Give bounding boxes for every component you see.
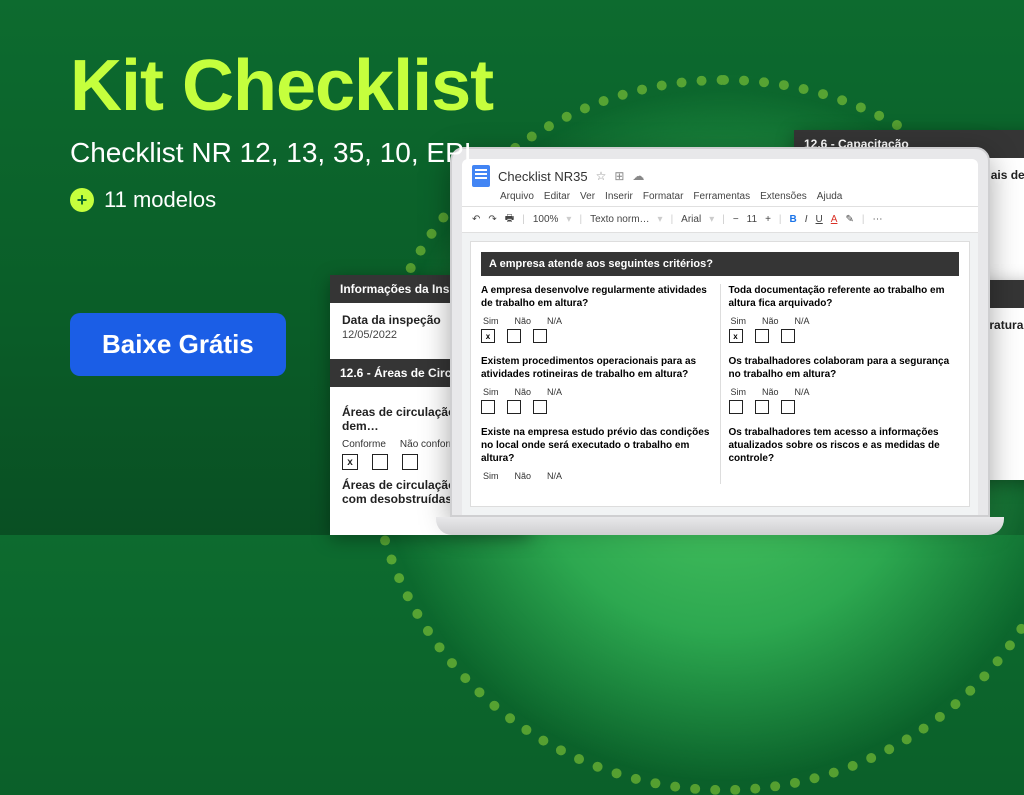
question-text: A empresa desenvolve regularmente ativid… xyxy=(481,284,712,310)
column-left: A empresa desenvolve regularmente ativid… xyxy=(481,284,721,484)
laptop-mockup: Checklist NR35 ☆ ⊞ ☁ Arquivo Editar Ver … xyxy=(450,147,990,535)
highlight-button[interactable]: ✎ xyxy=(845,214,853,225)
folder-icon[interactable]: ⊞ xyxy=(614,169,624,183)
italic-button[interactable]: I xyxy=(805,214,808,225)
checkbox[interactable] xyxy=(533,400,547,414)
menu-item[interactable]: Editar xyxy=(544,191,570,202)
print-icon[interactable]: 🖶 xyxy=(505,211,514,228)
question-text: Os trabalhadores tem acesso a informaçõe… xyxy=(729,426,960,465)
columns: A empresa desenvolve regularmente ativid… xyxy=(481,284,959,484)
zoom-select[interactable]: 100% xyxy=(533,214,559,225)
menu-item[interactable]: Ajuda xyxy=(817,191,843,202)
star-icon[interactable]: ☆ xyxy=(596,169,607,183)
menu-item[interactable]: Formatar xyxy=(643,191,684,202)
opt-label: Conforme xyxy=(342,439,386,450)
menu-item[interactable]: Ferramentas xyxy=(693,191,750,202)
checkbox[interactable] xyxy=(507,329,521,343)
text-color-button[interactable]: A xyxy=(831,214,838,225)
laptop-screen: Checklist NR35 ☆ ⊞ ☁ Arquivo Editar Ver … xyxy=(450,147,990,517)
hero-section: Kit Checklist Checklist NR 12, 13, 35, 1… xyxy=(70,45,493,376)
checkbox[interactable] xyxy=(755,400,769,414)
google-doc: Checklist NR35 ☆ ⊞ ☁ Arquivo Editar Ver … xyxy=(462,159,978,515)
plus-icon: + xyxy=(70,188,94,212)
checkbox[interactable] xyxy=(729,400,743,414)
menu-item[interactable]: Extensões xyxy=(760,191,807,202)
doc-page: A empresa atende aos seguintes critérios… xyxy=(470,241,970,507)
more-icon[interactable]: ⋯ xyxy=(872,214,882,225)
menu-item[interactable]: Inserir xyxy=(605,191,633,202)
checkbox[interactable]: x xyxy=(342,454,358,470)
menu-item[interactable]: Arquivo xyxy=(500,191,534,202)
page-title: Kit Checklist xyxy=(70,45,493,127)
doc-titlebar: Checklist NR35 ☆ ⊞ ☁ xyxy=(462,159,978,191)
doc-toolbar: ↶ ↷ 🖶 | 100% ▾ | Texto norm… ▾ | Arial ▾… xyxy=(462,206,978,233)
style-select[interactable]: Texto norm… xyxy=(590,214,649,225)
laptop-base xyxy=(436,517,1004,535)
models-row: + 11 modelos xyxy=(70,187,493,213)
font-size[interactable]: 11 xyxy=(747,214,757,225)
doc-menubar: Arquivo Editar Ver Inserir Formatar Ferr… xyxy=(462,191,978,206)
checkbox[interactable] xyxy=(755,329,769,343)
doc-title: Checklist NR35 xyxy=(498,169,588,184)
question-text: Toda documentação referente ao trabalho … xyxy=(729,284,960,310)
checkbox[interactable] xyxy=(781,329,795,343)
checkbox[interactable] xyxy=(481,400,495,414)
page-header: A empresa atende aos seguintes critérios… xyxy=(481,252,959,276)
question-text: Os trabalhadores colaboram para a segura… xyxy=(729,355,960,381)
column-right: Toda documentação referente ao trabalho … xyxy=(729,284,960,484)
models-count: 11 modelos xyxy=(104,187,216,213)
underline-button[interactable]: U xyxy=(816,214,823,225)
checkbox[interactable]: x xyxy=(729,329,743,343)
question-text: Existem procedimentos operacionais para … xyxy=(481,355,712,381)
size-dec[interactable]: − xyxy=(733,214,739,225)
checkbox[interactable] xyxy=(402,454,418,470)
checkbox[interactable] xyxy=(781,400,795,414)
cloud-icon[interactable]: ☁ xyxy=(632,169,644,183)
checkbox[interactable] xyxy=(507,400,521,414)
checkbox[interactable] xyxy=(533,329,547,343)
font-select[interactable]: Arial xyxy=(681,214,701,225)
bold-button[interactable]: B xyxy=(790,214,797,225)
doc-canvas: A empresa atende aos seguintes critérios… xyxy=(462,233,978,515)
download-button[interactable]: Baixe Grátis xyxy=(70,313,286,376)
menu-item[interactable]: Ver xyxy=(580,191,595,202)
subtitle: Checklist NR 12, 13, 35, 10, EPI xyxy=(70,137,493,169)
question-text: Existe na empresa estudo prévio das cond… xyxy=(481,426,712,465)
checkbox[interactable] xyxy=(372,454,388,470)
size-inc[interactable]: + xyxy=(765,214,771,225)
